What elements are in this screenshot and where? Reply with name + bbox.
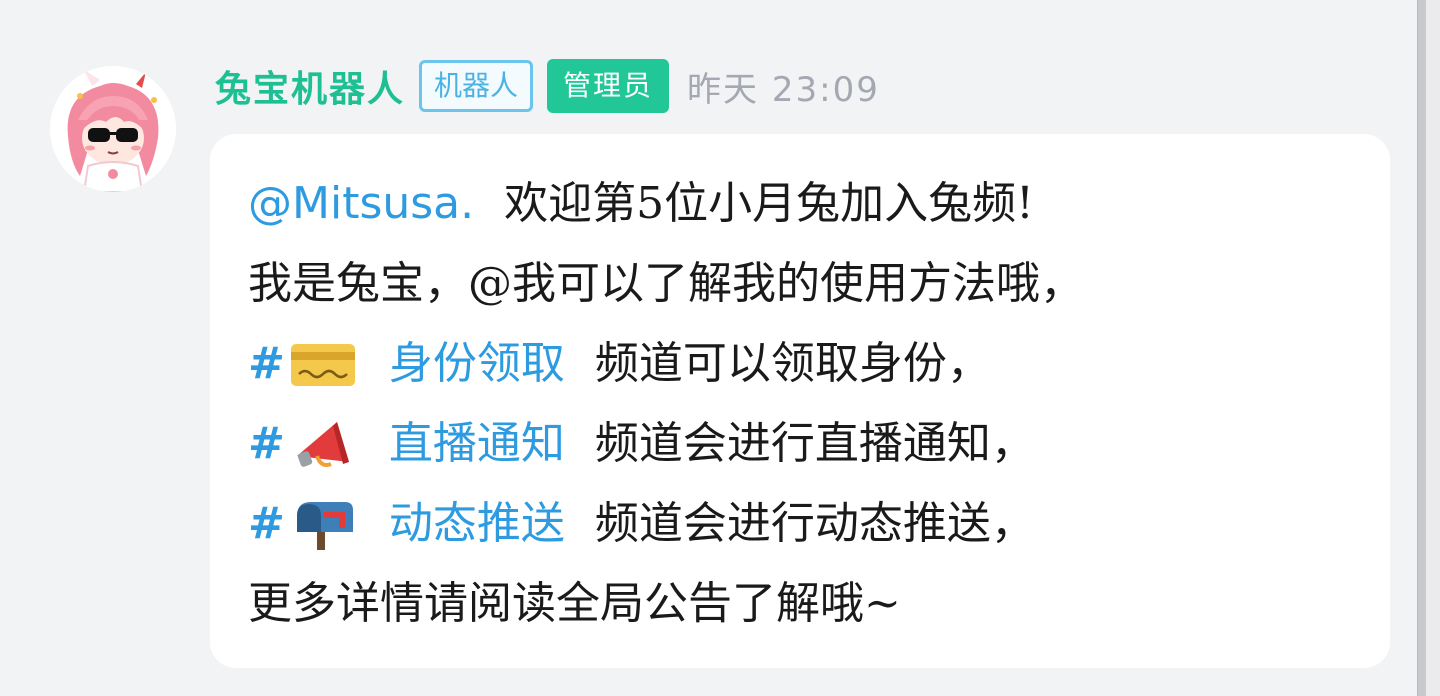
message-line-welcome: @Mitsusa. 欢迎第5位小月兔加入兔频!: [248, 164, 1378, 244]
message-line-live: # 直播通知 频道会进行直播通知，: [248, 404, 1378, 484]
feed-text: 频道会进行动态推送，: [594, 498, 1035, 549]
author-name[interactable]: 兔宝机器人: [215, 60, 405, 112]
message-line-intro: 我是兔宝，@我可以了解我的使用方法哦，: [248, 244, 1378, 324]
message-line-announce: 更多详情请阅读全局公告了解哦~: [248, 564, 1378, 644]
message-body: @Mitsusa. 欢迎第5位小月兔加入兔频! 我是兔宝，@我可以了解我的使用方…: [248, 164, 1378, 644]
message-header: 兔宝机器人 机器人 管理员 昨天 23:09: [215, 58, 880, 114]
mailbox-icon: [287, 496, 359, 552]
channel-link-live[interactable]: 直播通知: [389, 404, 565, 484]
credit-card-icon: [287, 336, 359, 392]
channel-link-feed[interactable]: 动态推送: [389, 484, 565, 564]
message-line-identity: # 身份领取 频道可以领取身份，: [248, 324, 1378, 404]
admin-badge: 管理员: [547, 59, 670, 113]
avatar-image: [50, 66, 176, 192]
live-text: 频道会进行直播通知，: [594, 418, 1035, 469]
chat-view: 兔宝机器人 机器人 管理员 昨天 23:09 @Mitsusa. 欢迎第5位小月…: [0, 0, 1440, 696]
welcome-text: 欢迎第5位小月兔加入兔频!: [504, 178, 1034, 229]
channel-hash: #: [248, 498, 285, 549]
channel-hash: #: [248, 338, 285, 389]
bot-avatar[interactable]: [50, 66, 176, 192]
announce-text: 更多详情请阅读全局公告了解哦~: [248, 578, 901, 629]
identity-text: 频道可以领取身份，: [594, 338, 991, 389]
bot-badge: 机器人: [419, 60, 534, 112]
channel-hash: #: [248, 418, 285, 469]
scrollbar-gutter: [1426, 0, 1440, 696]
message-line-feed: # 动态推送 频道会进行动态推送，: [248, 484, 1378, 564]
message-bubble: @Mitsusa. 欢迎第5位小月兔加入兔频! 我是兔宝，@我可以了解我的使用方…: [210, 134, 1390, 668]
message-timestamp: 昨天 23:09: [687, 69, 880, 110]
scrollbar[interactable]: [1417, 0, 1426, 696]
channel-link-identity[interactable]: 身份领取: [389, 324, 565, 404]
megaphone-icon: [287, 416, 359, 472]
intro-text: 我是兔宝，@我可以了解我的使用方法哦，: [248, 258, 1084, 309]
user-mention[interactable]: @Mitsusa.: [248, 164, 474, 244]
